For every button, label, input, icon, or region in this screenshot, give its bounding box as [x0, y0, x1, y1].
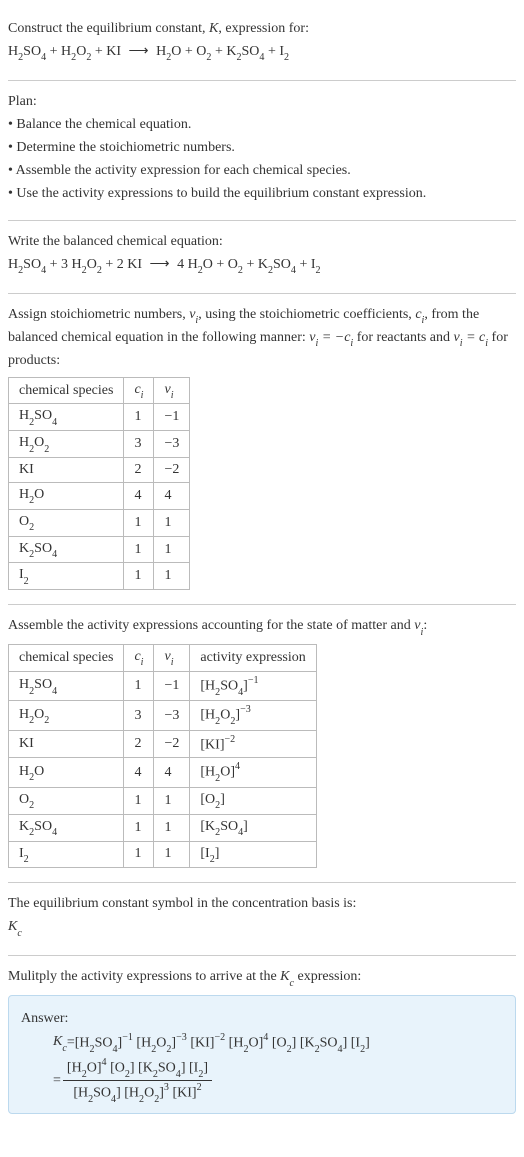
- kc-expression-line2: = [H2O]4 [O2] [K2SO4] [I2] [H2SO4] [H2O2…: [53, 1058, 503, 1104]
- answer-label: Answer:: [21, 1008, 503, 1029]
- kc-expression-line1: Kc = [H2SO4]−1 [H2O2]−3 [KI]−2 [H2O]4 [O…: [53, 1033, 503, 1053]
- balanced-title: Write the balanced chemical equation:: [8, 231, 516, 252]
- th-species: chemical species: [9, 377, 124, 404]
- intro-text-a: Construct the equilibrium constant,: [8, 21, 209, 36]
- table-row: H2O23−3[H2O2]−3: [9, 701, 317, 730]
- rel1: νi = −ci: [309, 330, 353, 345]
- table-row: O211[O2]: [9, 787, 317, 814]
- table-row: I211: [9, 563, 190, 590]
- activity-table: chemical species ci νi activity expressi…: [8, 644, 317, 868]
- table-row: K2SO411: [9, 536, 190, 563]
- table-row: H2O23−3: [9, 431, 190, 458]
- intro-text-b: , expression for:: [218, 21, 309, 36]
- arrow-icon: ⟶: [125, 44, 153, 59]
- intro-equation: H2SO4 + H2O2 + KI ⟶ H2O + O2 + K2SO4 + I…: [8, 41, 516, 64]
- kc-line1: The equilibrium constant symbol in the c…: [8, 893, 516, 914]
- plan-bullet-4: • Use the activity expressions to build …: [8, 183, 516, 204]
- stoich-table: chemical species ci νi H2SO41−1 H2O23−3 …: [8, 377, 190, 591]
- plan-bullet-1: • Balance the chemical equation.: [8, 114, 516, 135]
- table-row: K2SO411[K2SO4]: [9, 814, 317, 841]
- eq-lhs: H2SO4 + H2O2 + KI: [8, 44, 121, 59]
- table-row: I211[I2]: [9, 841, 317, 868]
- answer-box: Answer: Kc = [H2SO4]−1 [H2O2]−3 [KI]−2 […: [8, 995, 516, 1114]
- plan-bullet-2: • Determine the stoichiometric numbers.: [8, 137, 516, 158]
- final-title: Mulitply the activity expressions to arr…: [8, 966, 516, 989]
- balanced-section: Write the balanced chemical equation: H2…: [8, 221, 516, 294]
- intro-section: Construct the equilibrium constant, K, e…: [8, 8, 516, 81]
- table-header-row: chemical species ci νi activity expressi…: [9, 645, 317, 672]
- table-row: KI2−2: [9, 458, 190, 483]
- th-vi: νi: [154, 377, 190, 404]
- balanced-lhs: H2SO4 + 3 H2O2 + 2 KI: [8, 257, 142, 272]
- eq-rhs: H2O + O2 + K2SO4 + I2: [156, 44, 289, 59]
- c-i: ci: [415, 307, 424, 322]
- plan-bullet-3: • Assemble the activity expression for e…: [8, 160, 516, 181]
- arrow-icon: ⟶: [146, 257, 174, 272]
- kc-symbol: Kc: [8, 916, 516, 939]
- kc-denominator: [H2SO4] [H2O2]3 [KI]2: [63, 1081, 212, 1103]
- th-ci: ci: [124, 377, 154, 404]
- table-row: O211: [9, 509, 190, 536]
- product-terms: [H2SO4]−1 [H2O2]−3 [KI]−2 [H2O]4 [O2] [K…: [75, 1033, 370, 1053]
- k-symbol: K: [209, 21, 218, 36]
- table-header-row: chemical species ci νi: [9, 377, 190, 404]
- balanced-equation: H2SO4 + 3 H2O2 + 2 KI ⟶ 4 H2O + O2 + K2S…: [8, 254, 516, 277]
- stoich-section: Assign stoichiometric numbers, νi, using…: [8, 294, 516, 605]
- activity-section: Assemble the activity expressions accoun…: [8, 605, 516, 883]
- activity-title: Assemble the activity expressions accoun…: [8, 615, 516, 638]
- intro-line1: Construct the equilibrium constant, K, e…: [8, 18, 516, 39]
- table-row: H2O44[H2O]4: [9, 758, 317, 787]
- kc-numerator: [H2O]4 [O2] [K2SO4] [I2]: [63, 1058, 212, 1081]
- table-row: H2O44: [9, 483, 190, 510]
- balanced-rhs: 4 H2O + O2 + K2SO4 + I2: [177, 257, 320, 272]
- table-row: KI2−2[KI]−2: [9, 730, 317, 758]
- table-row: H2SO41−1[H2SO4]−1: [9, 671, 317, 700]
- rel2: νi = ci: [454, 330, 489, 345]
- kc-symbol-section: The equilibrium constant symbol in the c…: [8, 883, 516, 956]
- table-row: H2SO41−1: [9, 404, 190, 431]
- final-section: Mulitply the activity expressions to arr…: [8, 956, 516, 1128]
- plan-section: Plan: • Balance the chemical equation. •…: [8, 81, 516, 221]
- stoich-text: Assign stoichiometric numbers, νi, using…: [8, 304, 516, 371]
- nu-i: νi: [414, 618, 423, 633]
- kc-fraction: [H2O]4 [O2] [K2SO4] [I2] [H2SO4] [H2O2]3…: [63, 1058, 212, 1104]
- nu-i: νi: [189, 307, 198, 322]
- plan-title: Plan:: [8, 91, 516, 112]
